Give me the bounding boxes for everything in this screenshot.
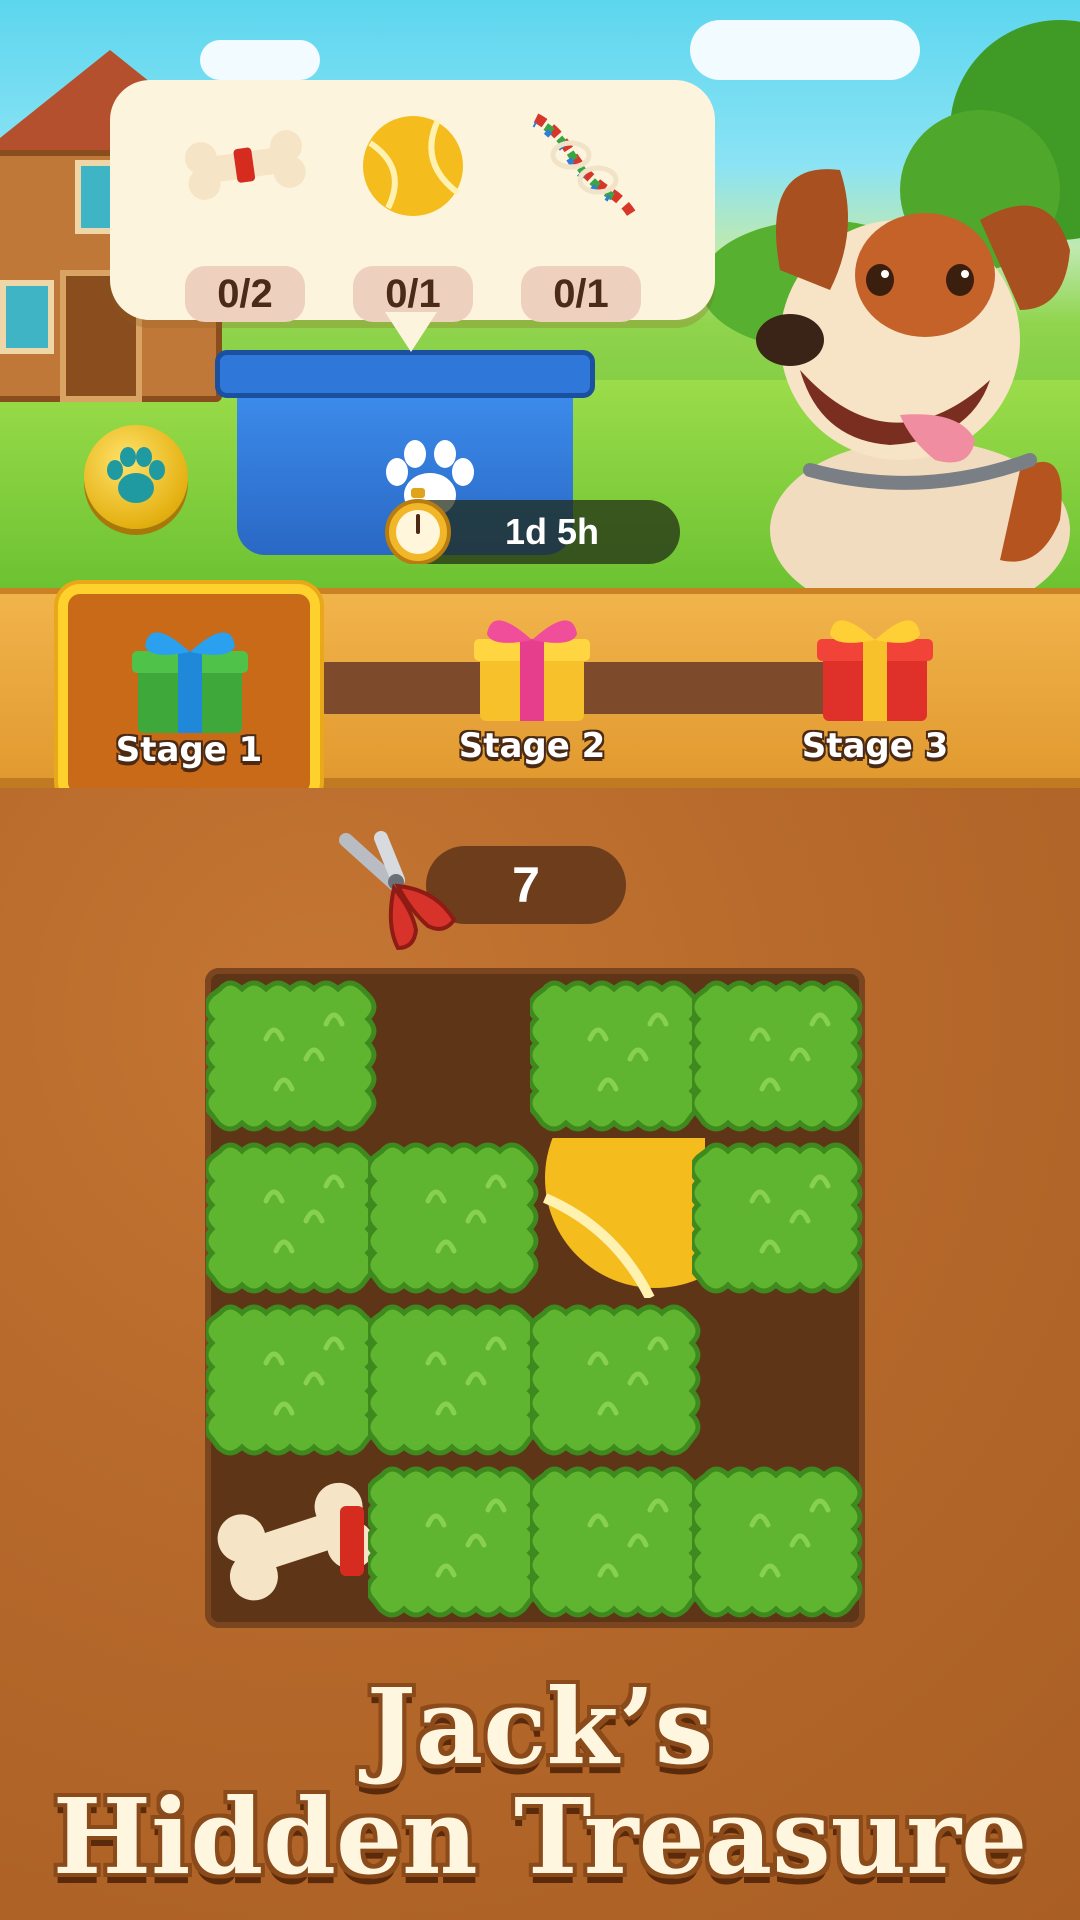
- bush-icon: [206, 980, 377, 1132]
- bush-tile[interactable]: [530, 1459, 702, 1627]
- bush-tile[interactable]: [530, 1297, 702, 1465]
- stage-progress-bar: Stage 1 Stage 2 Stage 3: [0, 584, 1080, 804]
- stopwatch-icon: [385, 488, 451, 564]
- jack-dog-character: [756, 169, 1070, 590]
- stage-1-button[interactable]: Stage 1: [58, 584, 320, 804]
- bubble-tail: [385, 312, 437, 352]
- bush-tile[interactable]: [368, 1135, 540, 1303]
- bush-icon: [692, 1466, 863, 1618]
- bush-icon: [368, 1466, 539, 1618]
- goal-ball: 0/1: [328, 108, 498, 322]
- red-gift-icon: [817, 620, 933, 721]
- rope-toy-icon: [532, 113, 639, 218]
- bone-icon: [184, 130, 306, 200]
- event-title-line1: Jack’s: [366, 1665, 714, 1788]
- stage-2-button[interactable]: Stage 2: [412, 594, 652, 784]
- stage-3-button[interactable]: Stage 3: [755, 594, 995, 784]
- event-title-line2: Hidden Treasure: [52, 1775, 1028, 1898]
- moves-counter: 7: [336, 830, 646, 950]
- stage-label: Stage 3: [801, 726, 949, 766]
- stage-label: Stage 2: [458, 726, 606, 766]
- paw-icon: [107, 447, 165, 503]
- revealed-bone-icon: [217, 1482, 375, 1601]
- bush-tile[interactable]: [692, 1459, 864, 1627]
- bush-icon: [692, 980, 863, 1132]
- green-gift-icon: [132, 632, 248, 733]
- goal-count: 0/1: [521, 266, 641, 322]
- bush-tile[interactable]: [368, 1297, 540, 1465]
- stage-label: Stage 1: [115, 730, 263, 770]
- bush-tile[interactable]: [530, 973, 702, 1141]
- bush-tile[interactable]: [206, 973, 378, 1141]
- bush-icon: [206, 1304, 377, 1456]
- bush-tile[interactable]: [692, 1135, 864, 1303]
- dig-board: [205, 968, 865, 1628]
- shears-icon: [339, 831, 457, 950]
- bush-tile[interactable]: [692, 973, 864, 1141]
- goal-bone: 0/2: [160, 108, 330, 322]
- revealed-tennis-ball-icon: [543, 1138, 705, 1298]
- event-timer: 1d 5h: [385, 488, 680, 564]
- yellow-gift-icon: [474, 620, 590, 721]
- goals-bubble: 0/2 0/1 0/1: [110, 80, 715, 322]
- timer-text: 1d 5h: [505, 511, 600, 552]
- bush-icon: [206, 1142, 377, 1294]
- bush-tile[interactable]: [368, 1459, 540, 1627]
- bush-icon: [368, 1304, 539, 1456]
- cloud: [690, 20, 920, 80]
- bush-icon: [530, 1304, 701, 1456]
- paw-coin-icon[interactable]: [84, 425, 188, 529]
- tennis-ball-icon: [363, 116, 463, 216]
- bush-icon: [530, 1466, 701, 1618]
- bush-tile[interactable]: [206, 1135, 378, 1303]
- bush-tile[interactable]: [206, 1297, 378, 1465]
- bush-icon: [368, 1142, 539, 1294]
- bush-icon: [692, 1142, 863, 1294]
- bush-icon: [530, 980, 701, 1132]
- goal-count: 0/2: [185, 266, 305, 322]
- goal-rope-toy: 0/1: [496, 108, 666, 322]
